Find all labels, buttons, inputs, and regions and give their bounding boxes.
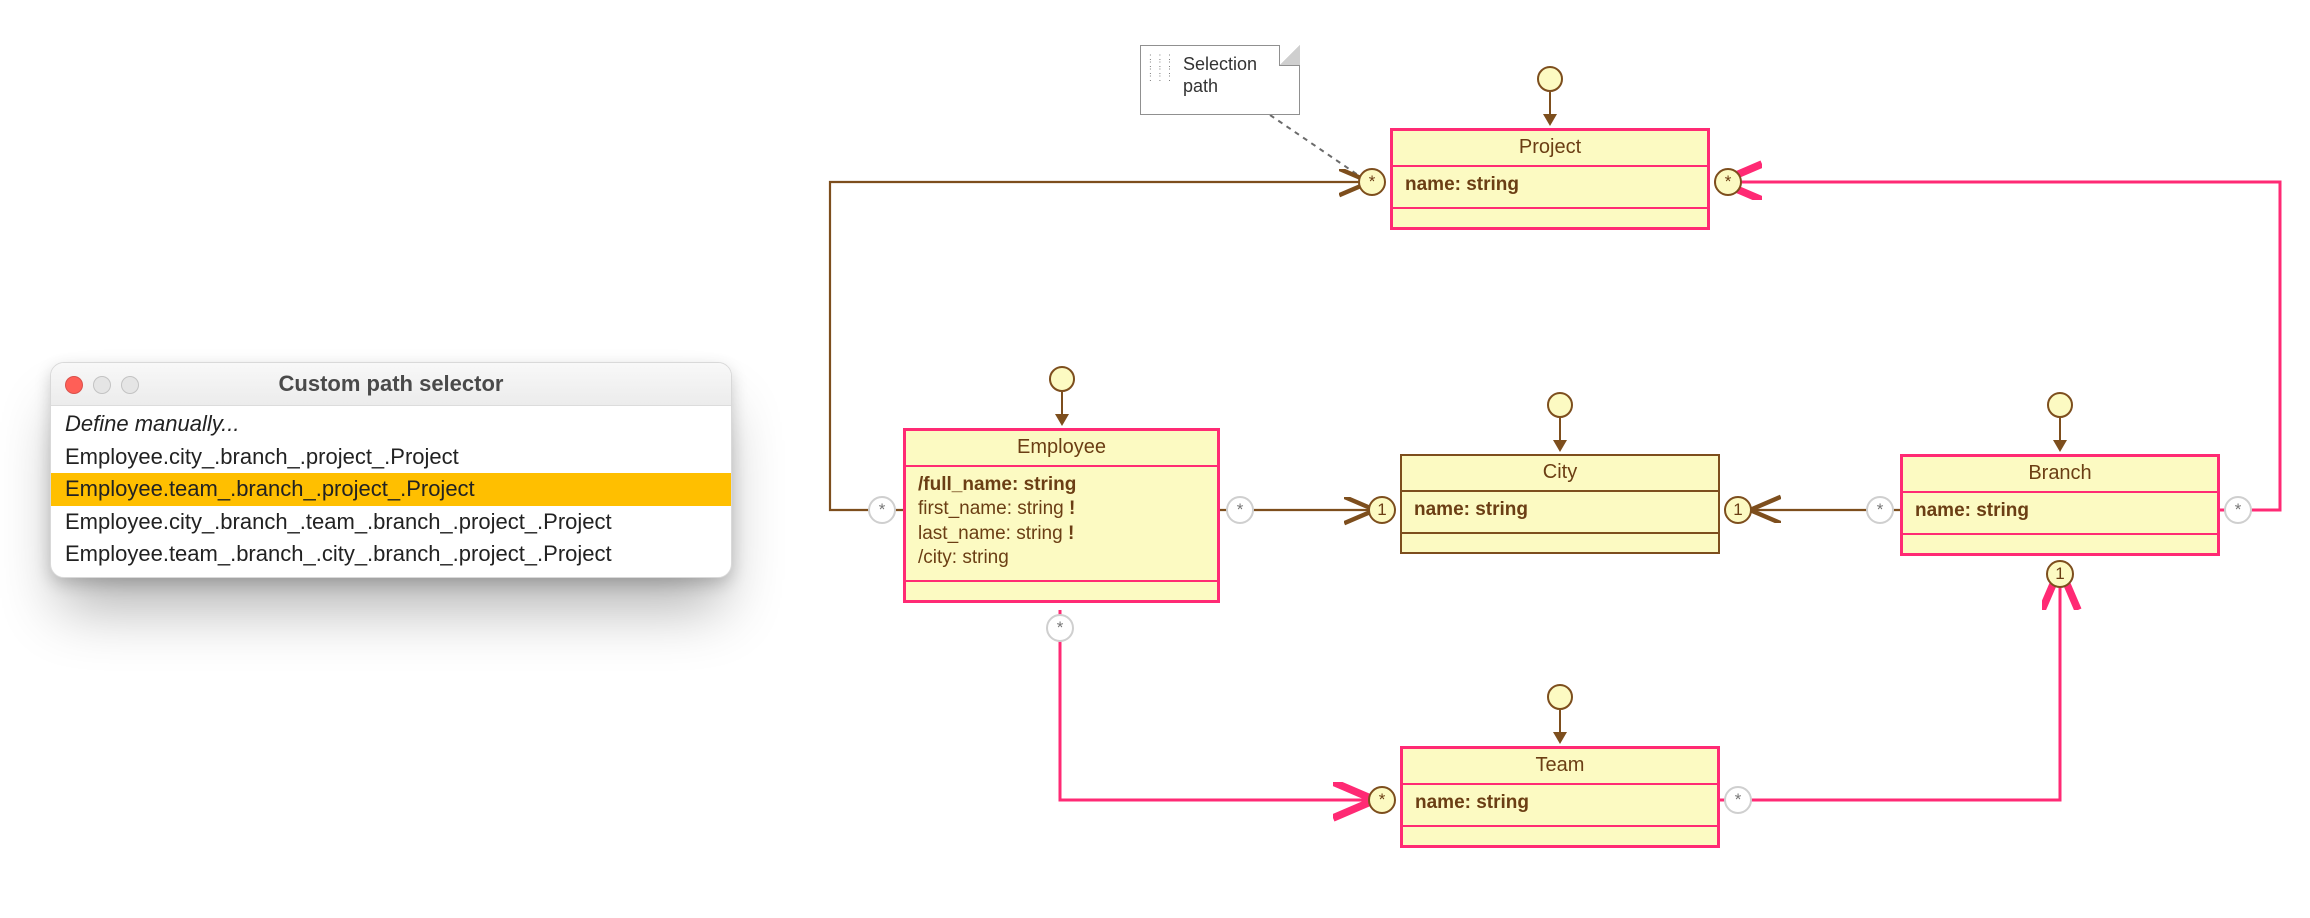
mult-city-left-one: 1 bbox=[1368, 496, 1396, 524]
mult-branch-right-star: * bbox=[2224, 496, 2252, 524]
class-team-ops bbox=[1403, 827, 1717, 845]
mult-employee-left-star: * bbox=[868, 496, 896, 524]
class-employee-attrs: /full_name: string first_name: string ! … bbox=[906, 467, 1217, 582]
class-city-title: City bbox=[1402, 456, 1718, 492]
lollipop-stem bbox=[1559, 710, 1561, 734]
custom-path-selector-window[interactable]: Custom path selector Define manually... … bbox=[50, 362, 732, 578]
close-icon[interactable] bbox=[65, 376, 83, 394]
class-branch-ops bbox=[1903, 535, 2217, 553]
class-branch-title: Branch bbox=[1903, 457, 2217, 493]
interface-lollipop-icon bbox=[1049, 366, 1075, 392]
note-handle-icon: : : :: : :: : :: : : bbox=[1149, 54, 1173, 82]
popup-item-define-manually[interactable]: Define manually... bbox=[51, 408, 731, 441]
lollipop-arrow-icon bbox=[1553, 440, 1567, 452]
class-city-ops bbox=[1402, 534, 1718, 552]
attr: last_name: string ! bbox=[918, 522, 1207, 546]
class-employee-ops bbox=[906, 582, 1217, 600]
mult-employee-right-star: * bbox=[1226, 496, 1254, 524]
note-fold-icon bbox=[1279, 45, 1300, 66]
mult-employee-bottom-star: * bbox=[1046, 614, 1074, 642]
interface-lollipop-icon bbox=[1547, 684, 1573, 710]
lollipop-arrow-icon bbox=[2053, 440, 2067, 452]
note-text: Selection path bbox=[1183, 54, 1257, 97]
attr: name: string bbox=[1414, 498, 1708, 522]
class-branch[interactable]: Branch name: string bbox=[1900, 454, 2220, 556]
zoom-icon bbox=[121, 376, 139, 394]
class-project-attrs: name: string bbox=[1393, 167, 1707, 209]
mult-branch-left-star: * bbox=[1866, 496, 1894, 524]
attr: name: string bbox=[1915, 499, 2207, 523]
attr: name: string bbox=[1415, 791, 1707, 815]
mult-project-left-star: * bbox=[1358, 168, 1386, 196]
class-city-attrs: name: string bbox=[1402, 492, 1718, 534]
attr: name: string bbox=[1405, 173, 1697, 197]
popup-title: Custom path selector bbox=[279, 371, 504, 397]
popup-item-path[interactable]: Employee.city_.branch_.team_.branch_.pro… bbox=[51, 506, 731, 539]
class-employee-title: Employee bbox=[906, 431, 1217, 467]
attr: /city: string bbox=[918, 546, 1207, 570]
attr: first_name: string ! bbox=[918, 497, 1207, 521]
mult-city-right-one: 1 bbox=[1724, 496, 1752, 524]
popup-item-path[interactable]: Employee.team_.branch_.city_.branch_.pro… bbox=[51, 538, 731, 571]
lollipop-arrow-icon bbox=[1543, 114, 1557, 126]
mult-team-right-star: * bbox=[1724, 786, 1752, 814]
class-project[interactable]: Project name: string bbox=[1390, 128, 1710, 230]
lollipop-stem bbox=[1061, 392, 1063, 416]
mult-project-right-star: * bbox=[1714, 168, 1742, 196]
interface-lollipop-icon bbox=[1537, 66, 1563, 92]
attr: /full_name: string bbox=[918, 473, 1207, 497]
selection-path-note: : : :: : :: : :: : : Selection path bbox=[1140, 45, 1300, 115]
class-team[interactable]: Team name: string bbox=[1400, 746, 1720, 848]
class-employee[interactable]: Employee /full_name: string first_name: … bbox=[903, 428, 1220, 603]
class-project-title: Project bbox=[1393, 131, 1707, 167]
mult-branch-bottom-one: 1 bbox=[2046, 560, 2074, 588]
popup-item-path[interactable]: Employee.team_.branch_.project_.Project bbox=[51, 473, 731, 506]
note-line1: Selection bbox=[1183, 54, 1257, 74]
popup-list: Define manually... Employee.city_.branch… bbox=[51, 406, 731, 577]
note-line2: path bbox=[1183, 76, 1218, 96]
lollipop-stem bbox=[1559, 418, 1561, 442]
class-project-ops bbox=[1393, 209, 1707, 227]
class-branch-attrs: name: string bbox=[1903, 493, 2217, 535]
minimize-icon bbox=[93, 376, 111, 394]
lollipop-stem bbox=[2059, 418, 2061, 442]
class-team-title: Team bbox=[1403, 749, 1717, 785]
popup-item-path[interactable]: Employee.city_.branch_.project_.Project bbox=[51, 441, 731, 474]
popup-titlebar[interactable]: Custom path selector bbox=[51, 363, 731, 406]
class-city[interactable]: City name: string bbox=[1400, 454, 1720, 554]
interface-lollipop-icon bbox=[2047, 392, 2073, 418]
lollipop-arrow-icon bbox=[1055, 414, 1069, 426]
class-team-attrs: name: string bbox=[1403, 785, 1717, 827]
lollipop-arrow-icon bbox=[1553, 732, 1567, 744]
lollipop-stem bbox=[1549, 92, 1551, 116]
interface-lollipop-icon bbox=[1547, 392, 1573, 418]
mult-team-left-star: * bbox=[1368, 786, 1396, 814]
